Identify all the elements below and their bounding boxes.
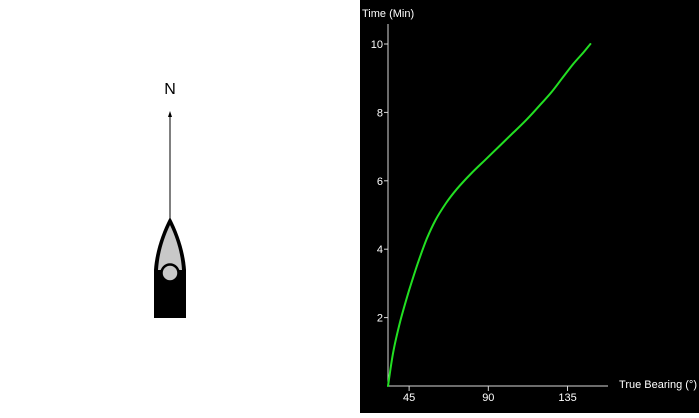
north-label: N [164,81,176,98]
north-arrowhead [168,111,172,117]
boat-icon [154,217,186,318]
y-tick-label: 6 [377,176,383,188]
time-vs-bearing-chart: Time (Min) True Bearing (°) 45 90 135 2 4 6 8… [362,8,697,404]
y-axis-label: Time (Min) [362,8,414,20]
y-tick-label: 8 [377,107,383,119]
x-tick-label: 45 [403,392,415,404]
x-tick-label: 90 [482,392,494,404]
y-tick-label: 4 [377,244,383,256]
boat-panel: N [0,0,360,413]
y-tick-label: 2 [377,313,383,325]
x-axis-label: True Bearing (°) [619,379,697,391]
x-tick-label: 135 [558,392,576,404]
chart-panel: Time (Min) True Bearing (°) 45 90 135 2 4 6 8… [360,0,699,413]
series-line [387,43,592,387]
y-axis-ticks: 2 4 6 8 10 [371,39,388,325]
y-tick-label: 10 [371,39,383,51]
x-axis-ticks: 45 90 135 [403,386,577,404]
boat-heading-diagram: N [154,81,186,318]
boat-cabin [160,263,180,283]
